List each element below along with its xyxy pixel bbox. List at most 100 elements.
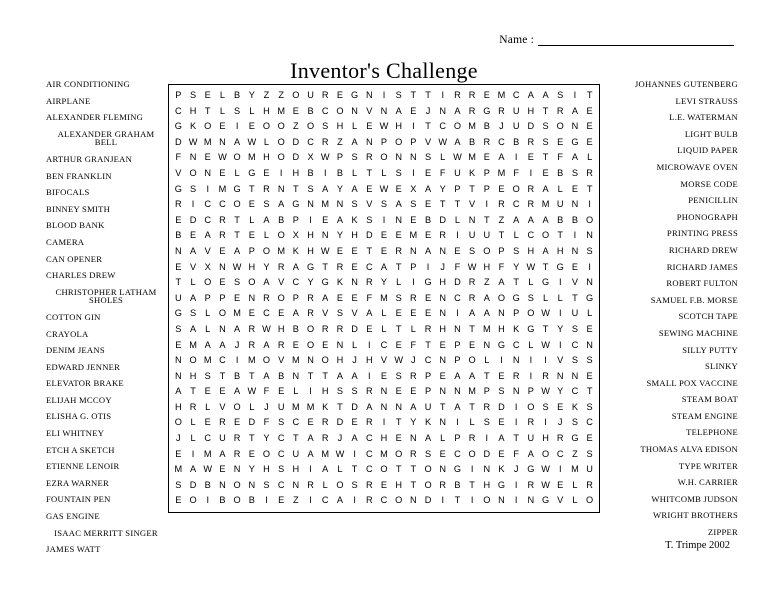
- grid-cell[interactable]: O: [318, 353, 333, 369]
- grid-cell[interactable]: L: [318, 478, 333, 494]
- grid-cell[interactable]: E: [171, 260, 186, 276]
- grid-cell[interactable]: I: [479, 431, 494, 447]
- grid-cell[interactable]: W: [259, 322, 274, 338]
- grid-cell[interactable]: L: [200, 322, 215, 338]
- grid-cell[interactable]: E: [406, 306, 421, 322]
- grid-cell[interactable]: D: [289, 150, 304, 166]
- grid-cell[interactable]: I: [230, 353, 245, 369]
- grid-cell[interactable]: C: [450, 447, 465, 463]
- grid-cell[interactable]: E: [230, 415, 245, 431]
- grid-cell[interactable]: H: [289, 462, 304, 478]
- grid-cell[interactable]: T: [494, 228, 509, 244]
- grid-cell[interactable]: E: [200, 150, 215, 166]
- grid-cell[interactable]: C: [362, 260, 377, 276]
- grid-cell[interactable]: R: [274, 260, 289, 276]
- grid-cell[interactable]: E: [230, 291, 245, 307]
- grid-cell[interactable]: U: [568, 306, 583, 322]
- grid-cell[interactable]: C: [215, 353, 230, 369]
- grid-cell[interactable]: G: [568, 431, 583, 447]
- grid-cell[interactable]: N: [230, 462, 245, 478]
- grid-cell[interactable]: H: [303, 228, 318, 244]
- grid-cell[interactable]: O: [450, 119, 465, 135]
- grid-cell[interactable]: E: [494, 415, 509, 431]
- grid-cell[interactable]: T: [362, 166, 377, 182]
- grid-cell[interactable]: A: [524, 447, 539, 463]
- grid-cell[interactable]: P: [244, 244, 259, 260]
- grid-cell[interactable]: E: [494, 447, 509, 463]
- grid-cell[interactable]: S: [230, 275, 245, 291]
- grid-cell[interactable]: F: [362, 291, 377, 307]
- grid-cell[interactable]: O: [274, 150, 289, 166]
- grid-cell[interactable]: F: [509, 447, 524, 463]
- grid-cell[interactable]: T: [538, 150, 553, 166]
- grid-cell[interactable]: A: [494, 275, 509, 291]
- grid-cell[interactable]: W: [435, 135, 450, 151]
- grid-cell[interactable]: I: [274, 166, 289, 182]
- grid-cell[interactable]: O: [274, 135, 289, 151]
- grid-cell[interactable]: Z: [259, 88, 274, 104]
- grid-cell[interactable]: E: [582, 431, 597, 447]
- grid-cell[interactable]: C: [200, 431, 215, 447]
- grid-cell[interactable]: S: [274, 415, 289, 431]
- grid-cell[interactable]: M: [494, 166, 509, 182]
- grid-cell[interactable]: M: [200, 447, 215, 463]
- grid-cell[interactable]: T: [391, 415, 406, 431]
- grid-cell[interactable]: O: [303, 322, 318, 338]
- grid-cell[interactable]: E: [274, 384, 289, 400]
- grid-cell[interactable]: O: [171, 415, 186, 431]
- grid-cell[interactable]: B: [303, 104, 318, 120]
- grid-cell[interactable]: V: [171, 166, 186, 182]
- grid-cell[interactable]: T: [465, 400, 480, 416]
- grid-cell[interactable]: E: [421, 228, 436, 244]
- grid-cell[interactable]: S: [347, 197, 362, 213]
- grid-cell[interactable]: S: [538, 400, 553, 416]
- grid-cell[interactable]: R: [406, 369, 421, 385]
- grid-cell[interactable]: S: [391, 166, 406, 182]
- grid-cell[interactable]: A: [230, 135, 245, 151]
- grid-cell[interactable]: O: [582, 213, 597, 229]
- grid-cell[interactable]: I: [450, 228, 465, 244]
- grid-cell[interactable]: S: [186, 88, 201, 104]
- grid-cell[interactable]: I: [406, 119, 421, 135]
- grid-cell[interactable]: I: [200, 493, 215, 509]
- grid-cell[interactable]: I: [377, 415, 392, 431]
- grid-cell[interactable]: E: [391, 338, 406, 354]
- grid-cell[interactable]: C: [259, 306, 274, 322]
- grid-cell[interactable]: N: [362, 88, 377, 104]
- grid-cell[interactable]: Z: [479, 275, 494, 291]
- grid-cell[interactable]: A: [259, 213, 274, 229]
- grid-cell[interactable]: N: [479, 462, 494, 478]
- grid-cell[interactable]: U: [509, 119, 524, 135]
- grid-cell[interactable]: A: [333, 493, 348, 509]
- grid-cell[interactable]: L: [568, 493, 583, 509]
- grid-cell[interactable]: W: [200, 462, 215, 478]
- grid-cell[interactable]: T: [582, 384, 597, 400]
- grid-cell[interactable]: F: [171, 150, 186, 166]
- grid-cell[interactable]: I: [347, 493, 362, 509]
- grid-cell[interactable]: E: [494, 182, 509, 198]
- grid-cell[interactable]: R: [318, 135, 333, 151]
- grid-cell[interactable]: W: [186, 135, 201, 151]
- grid-cell[interactable]: S: [421, 447, 436, 463]
- grid-cell[interactable]: I: [450, 415, 465, 431]
- grid-cell[interactable]: G: [524, 322, 539, 338]
- grid-cell[interactable]: E: [362, 182, 377, 198]
- grid-cell[interactable]: N: [303, 197, 318, 213]
- grid-cell[interactable]: T: [391, 462, 406, 478]
- grid-cell[interactable]: C: [215, 197, 230, 213]
- grid-cell[interactable]: R: [333, 260, 348, 276]
- grid-cell[interactable]: R: [318, 322, 333, 338]
- grid-cell[interactable]: P: [421, 384, 436, 400]
- grid-cell[interactable]: E: [391, 182, 406, 198]
- grid-cell[interactable]: B: [289, 322, 304, 338]
- grid-cell[interactable]: H: [347, 228, 362, 244]
- grid-cell[interactable]: H: [274, 322, 289, 338]
- grid-cell[interactable]: O: [230, 478, 245, 494]
- grid-cell[interactable]: A: [230, 384, 245, 400]
- grid-cell[interactable]: M: [406, 228, 421, 244]
- grid-cell[interactable]: T: [421, 338, 436, 354]
- grid-cell[interactable]: M: [538, 197, 553, 213]
- grid-cell[interactable]: M: [318, 447, 333, 463]
- grid-cell[interactable]: R: [465, 431, 480, 447]
- grid-cell[interactable]: C: [274, 478, 289, 494]
